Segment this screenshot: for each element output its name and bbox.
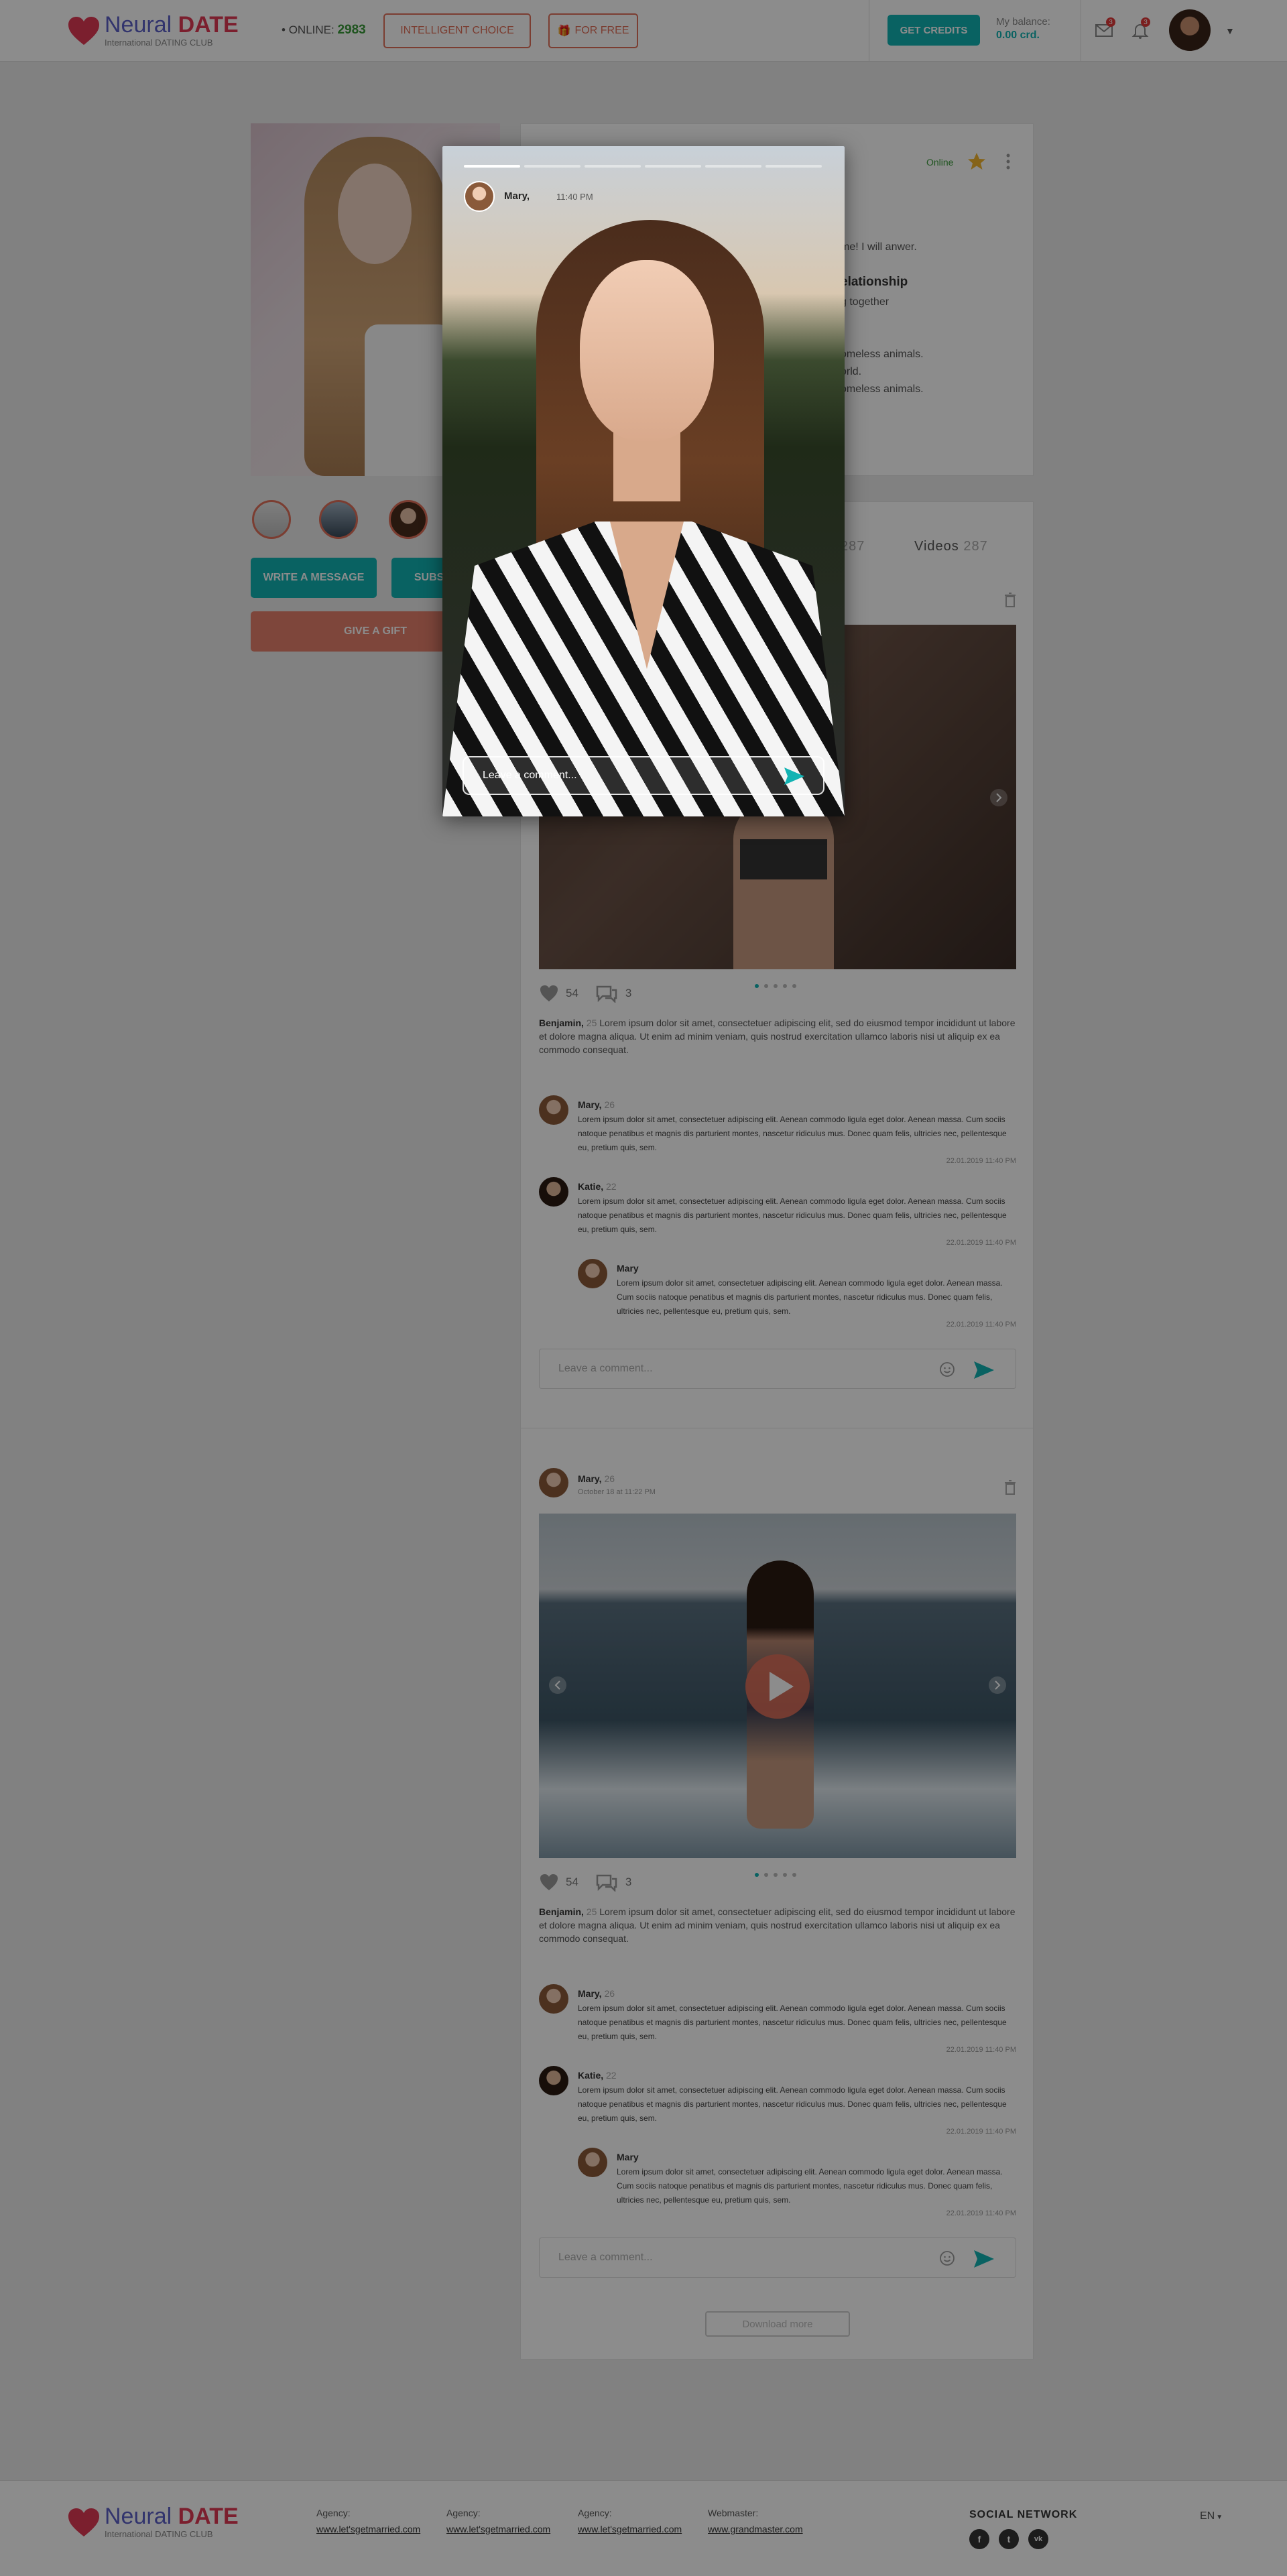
story-progress [464, 165, 822, 168]
story-progress-segment [765, 165, 822, 168]
story-progress-segment [524, 165, 580, 168]
avatar[interactable] [464, 181, 495, 212]
send-icon[interactable] [783, 766, 806, 786]
story-time: 11:40 PM [556, 192, 593, 202]
story-viewer: Mary, 11:40 PM Leave a comment... [442, 146, 845, 816]
story-comment-placeholder: Leave a comment... [483, 770, 577, 781]
story-author-name[interactable]: Mary, [504, 190, 530, 202]
story-progress-segment [464, 165, 520, 168]
story-progress-segment [645, 165, 701, 168]
story-progress-segment [585, 165, 641, 168]
story-progress-segment [705, 165, 761, 168]
story-comment-input[interactable]: Leave a comment... [463, 756, 824, 795]
